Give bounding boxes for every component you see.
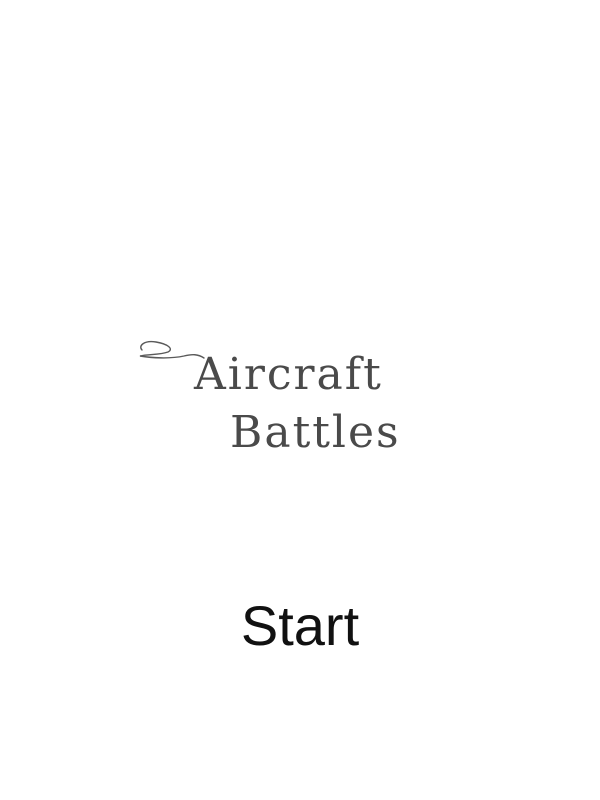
title-screen: Aircraft Battles Start bbox=[0, 0, 600, 800]
game-logo: Aircraft Battles bbox=[134, 336, 424, 460]
logo-line-battles: Battles bbox=[230, 407, 401, 458]
logo-line-aircraft: Aircraft bbox=[194, 349, 383, 400]
start-button[interactable]: Start bbox=[200, 590, 400, 662]
